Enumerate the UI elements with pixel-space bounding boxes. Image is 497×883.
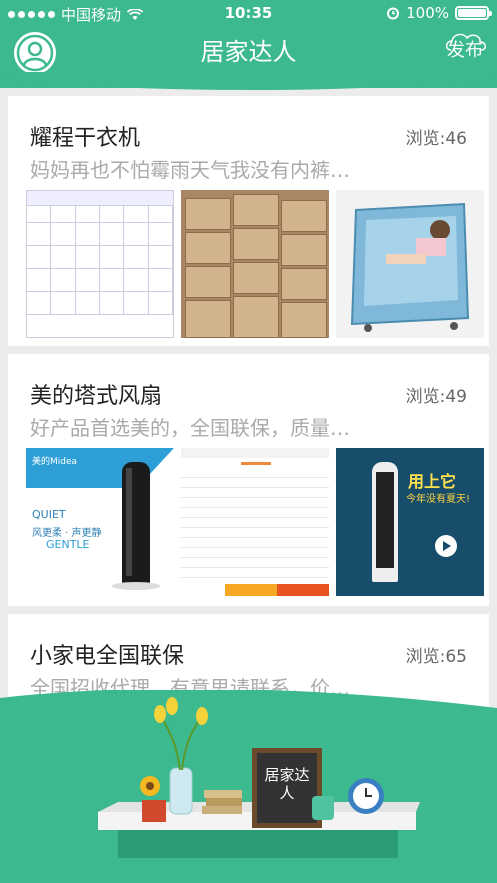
post-views: 浏览:49 <box>405 387 467 407</box>
product-params-screenshot-image[interactable] <box>181 448 329 596</box>
gentle-label: GENTLE <box>46 538 90 551</box>
post-desc: 妈妈再也不怕霉雨天气我没有内裤… <box>30 158 350 182</box>
post-images: 美的Midea QUIET 风更柔 · 声更静 GENTLE 用上它 今年没有夏… <box>26 448 484 596</box>
promo-subtitle: 今年没有夏天! <box>406 494 471 505</box>
product-spec-table-image[interactable] <box>26 190 174 338</box>
post-images <box>26 190 484 338</box>
midea-fan-ad-image[interactable]: 美的Midea QUIET 风更柔 · 声更静 GENTLE <box>26 448 174 596</box>
brand-label: 美的Midea <box>32 457 78 467</box>
bottom-decoration <box>0 690 497 883</box>
post-desc: 好产品首选美的，全国联保，质量… <box>30 416 350 440</box>
battery-icon <box>455 6 492 20</box>
clothes-dryer-image[interactable] <box>336 190 484 338</box>
post-card[interactable]: 耀程干衣机 浏览:46 妈妈再也不怕霉雨天气我没有内裤… <box>8 96 489 346</box>
fan-promo-image[interactable]: 用上它 今年没有夏天! <box>336 448 484 596</box>
status-right: 100% <box>386 4 492 22</box>
page-title: 居家达人 <box>200 38 297 66</box>
chalkboard-label: 居家达人 <box>264 766 310 802</box>
play-icon[interactable] <box>434 534 458 558</box>
post-title: 美的塔式风扇 <box>30 384 163 409</box>
post-title: 小家电全国联保 <box>30 644 185 669</box>
post-card[interactable]: 美的塔式风扇 浏览:49 好产品首选美的，全国联保，质量… 美的Midea QU… <box>8 354 489 606</box>
post-views: 浏览:65 <box>405 647 467 667</box>
status-bar: 中国移动 10:35 100% <box>0 0 497 28</box>
quiet-label: QUIET <box>32 508 66 521</box>
promo-title: 用上它 <box>408 472 457 491</box>
cloud-icon <box>445 33 487 51</box>
alarm-icon <box>387 7 400 20</box>
slogan-label: 风更柔 · 声更静 <box>32 528 102 539</box>
stacked-boxes-image[interactable] <box>181 190 329 338</box>
post-views: 浏览:46 <box>405 129 467 149</box>
post-title: 耀程干衣机 <box>30 126 141 151</box>
battery-percent: 100% <box>406 4 449 22</box>
publish-button[interactable]: 发布 <box>445 33 487 62</box>
app-header: 居家达人 发布 <box>0 28 497 90</box>
